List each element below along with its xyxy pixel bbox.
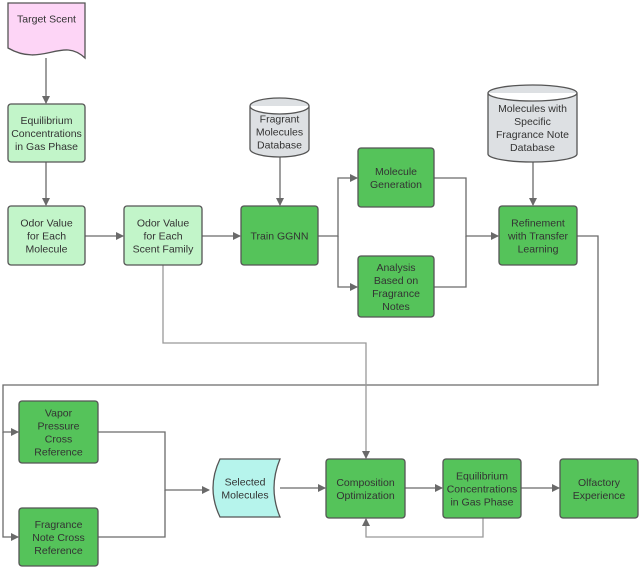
node-label: Fragrance Note [496, 129, 569, 141]
node-label: Reference [34, 545, 83, 557]
node-analysis: AnalysisBased onFragranceNotes [357, 255, 435, 318]
node-fragrant-db: FragrantMoleculesDatabase [249, 97, 310, 158]
edge-loop-to-fragrance [2, 432, 19, 541]
edge-family-to-composition [162, 265, 370, 459]
node-composition: CompositionOptimization [325, 458, 406, 519]
node-label: Analysis [376, 262, 415, 274]
node-olfactory: OlfactoryExperience [559, 458, 639, 519]
node-odor-molecule: Odor Valuefor EachMolecule [7, 205, 86, 266]
node-refinement: Refinementwith TransferLearning [498, 205, 578, 266]
node-fragrance-ref: FragranceNote CrossReference [18, 507, 99, 567]
edge-train-to-gen [318, 174, 358, 237]
node-label: Molecule [25, 244, 67, 256]
node-label: Database [257, 140, 302, 152]
node-label: Pressure [37, 421, 79, 433]
edge-train-to-analysis [337, 236, 358, 291]
node-label: Cross [45, 434, 72, 446]
edge-eq-feedback [362, 518, 484, 538]
node-label: Train GGNN [251, 231, 309, 243]
flowchart: Target Scent Equilibrium Concentrations in … [0, 0, 640, 567]
node-label: Fragrance [35, 519, 83, 531]
node-label: Vapor [45, 408, 73, 420]
node-label: with Transfer [507, 231, 569, 243]
node-note-db: Molecules withSpecificFragrance NoteData… [487, 84, 578, 163]
node-label: Refinement [511, 218, 565, 230]
node-mol-gen: MoleculeGeneration [357, 147, 435, 208]
node-label: Fragrance [372, 288, 420, 300]
node-train-ggnn: Train GGNN [240, 205, 319, 266]
node-label: Reference [34, 447, 83, 459]
edge-fragrance-to-selected [98, 490, 166, 538]
node-label: for Each [27, 231, 66, 243]
node-label: Molecules [256, 127, 303, 139]
node-label: Experience [573, 490, 626, 502]
node-label: Odor Value [137, 218, 189, 230]
node-label: Learning [518, 244, 559, 256]
node-label: Molecules with [498, 103, 567, 115]
node-label: Concentrations [447, 484, 518, 496]
edge-vapor-to-selected [98, 431, 210, 494]
node-eq-conc-top: EquilibriumConcentrationsin Gas Phase [7, 103, 86, 163]
edge-analysis-to-refine [434, 236, 467, 288]
node-eq-conc-bottom: EquilibriumConcentrationsin Gas Phase [442, 458, 522, 519]
edge-gen-to-refine [434, 177, 499, 240]
node-label: Based on [374, 275, 419, 287]
flowchart-canvas: Target ScentEquilibriumConcentrationsin … [2, 2, 639, 567]
node-label: Notes [382, 301, 409, 313]
node-label: in Gas Phase [15, 141, 78, 153]
node-label: Database [510, 142, 555, 154]
node-label: Target Scent [17, 14, 76, 26]
node-label: Specific [514, 116, 551, 128]
node-label: for Each [143, 231, 182, 243]
node-odor-family: Odor Valuefor EachScent Family [123, 205, 203, 266]
node-label: Equilibrium [456, 471, 508, 483]
node-label: Molecule [375, 166, 417, 178]
node-label: Concentrations [11, 128, 82, 140]
node-label: Optimization [336, 490, 395, 502]
node-label: Selected [225, 477, 266, 489]
node-label: Generation [370, 179, 422, 191]
node-label: Scent Family [133, 244, 194, 256]
node-label: Odor Value [20, 218, 72, 230]
node-label: Equilibrium [21, 115, 73, 127]
node-label: Olfactory [578, 477, 621, 489]
node-shape [7, 2, 86, 60]
node-selected: SelectedMolecules [212, 458, 281, 518]
node-label: Note Cross [32, 532, 85, 544]
node-label: in Gas Phase [450, 497, 513, 509]
node-label: Composition [336, 477, 395, 489]
node-target-scent: Target Scent [7, 2, 86, 60]
node-label: Molecules [221, 490, 268, 502]
node-label: Fragrant [260, 114, 300, 126]
node-vapor: VaporPressureCrossReference [18, 400, 99, 464]
